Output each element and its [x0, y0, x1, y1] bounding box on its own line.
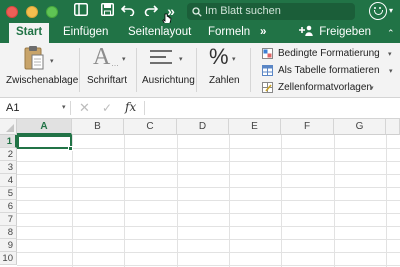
- grid-line: [17, 148, 400, 149]
- grid-line: [229, 135, 230, 267]
- formula-input[interactable]: [150, 100, 395, 116]
- align-icon: [150, 50, 172, 64]
- row-header[interactable]: 4: [0, 174, 17, 187]
- ribbon-collapse-icon[interactable]: ⌃: [387, 23, 395, 43]
- chevron-down-icon[interactable]: ▾: [50, 57, 54, 65]
- chevron-down-icon: ▾: [389, 68, 393, 75]
- number-group-label: Zahlen: [209, 75, 240, 86]
- row-header[interactable]: 3: [0, 161, 17, 174]
- column-header[interactable]: B: [72, 119, 124, 135]
- conditional-formatting-label: Bedingte Formatierung: [278, 48, 380, 59]
- column-header[interactable]: G: [334, 119, 386, 135]
- font-group-label: Schriftart: [87, 75, 128, 86]
- search-placeholder: Im Blatt suchen: [205, 5, 281, 17]
- column-header[interactable]: A: [17, 119, 72, 135]
- cell-styles-icon: [262, 82, 273, 93]
- search-icon: [192, 3, 202, 23]
- chevron-down-icon[interactable]: ▾: [62, 103, 66, 111]
- tab-seitenlayout[interactable]: Seitenlayout: [128, 23, 191, 43]
- title-bar: » Im Blatt suchen ▾: [0, 0, 400, 23]
- alignment-group-label: Ausrichtung: [142, 75, 195, 86]
- search-input[interactable]: Im Blatt suchen: [187, 3, 355, 20]
- grid-line: [17, 252, 400, 253]
- add-person-icon: [299, 25, 316, 38]
- font-icon: A: [93, 44, 111, 70]
- share-label: Freigeben: [319, 26, 371, 38]
- clipboard-group-label: Zwischenablage: [6, 75, 79, 86]
- row-header[interactable]: 9: [0, 239, 17, 252]
- ribbon-divider: [250, 48, 251, 92]
- format-table-icon: [262, 65, 273, 76]
- column-header[interactable]: E: [229, 119, 281, 135]
- chevron-down-icon: ▾: [388, 51, 392, 58]
- ribbon: ▾ Zwischenablage A … ▾ Schriftart ▾ Ausr…: [0, 43, 400, 98]
- tab-start[interactable]: Start: [9, 23, 50, 43]
- spreadsheet-grid[interactable]: A B C D E F G 1 2 3 4 5 6 7 8 9 10: [0, 119, 400, 267]
- clipboard-icon: [24, 46, 44, 70]
- chevron-down-icon[interactable]: ▾: [389, 6, 393, 15]
- grid-line: [386, 135, 387, 267]
- grid-line: [17, 187, 400, 188]
- redo-icon[interactable]: [143, 3, 159, 20]
- row-header[interactable]: 6: [0, 200, 17, 213]
- chevron-down-icon: ▾: [370, 85, 374, 92]
- clipboard-group[interactable]: ▾ Zwischenablage: [0, 43, 80, 98]
- name-box[interactable]: A1: [6, 100, 56, 116]
- alignment-group[interactable]: ▾ Ausrichtung: [137, 43, 195, 98]
- grid-line: [17, 200, 400, 201]
- tabs-overflow-button[interactable]: »: [260, 23, 266, 43]
- formula-divider: [144, 101, 145, 115]
- grid-line: [72, 135, 73, 267]
- font-dots-icon: …: [111, 59, 119, 68]
- grid-line: [17, 213, 400, 214]
- formula-divider: [70, 101, 71, 115]
- grid-line: [17, 161, 400, 162]
- cancel-icon[interactable]: ✕: [79, 101, 90, 115]
- column-header[interactable]: D: [177, 119, 229, 135]
- select-all-button[interactable]: [0, 119, 17, 135]
- grid-line: [17, 239, 400, 240]
- cell-styles-label: Zellenformatvorlagen: [278, 82, 372, 93]
- format-as-table-label: Als Tabelle formatieren: [278, 65, 380, 76]
- row-header[interactable]: 10: [0, 252, 17, 265]
- chevron-down-icon[interactable]: ▾: [122, 55, 126, 63]
- save-icon[interactable]: [99, 3, 115, 20]
- ribbon-tab-bar: Start Einfügen Seitenlayout Formeln » Fr…: [0, 23, 400, 43]
- font-group[interactable]: A … ▾ Schriftart: [80, 43, 136, 98]
- confirm-icon[interactable]: ✓: [102, 101, 112, 115]
- column-header[interactable]: [386, 119, 400, 135]
- row-header[interactable]: 1: [0, 135, 17, 148]
- grid-line: [281, 135, 282, 267]
- share-button[interactable]: Freigeben: [299, 23, 371, 43]
- row-header[interactable]: 5: [0, 187, 17, 200]
- conditional-format-icon: [262, 48, 273, 59]
- grid-line: [124, 135, 125, 267]
- chevron-down-icon[interactable]: ▾: [232, 55, 236, 63]
- tab-einfuegen[interactable]: Einfügen: [63, 23, 108, 43]
- grid-line: [334, 135, 335, 267]
- sidebar-icon[interactable]: [73, 3, 89, 20]
- grid-line: [17, 265, 400, 266]
- column-header[interactable]: F: [281, 119, 334, 135]
- close-window-button[interactable]: [6, 6, 18, 18]
- fill-handle[interactable]: [68, 146, 73, 151]
- column-header[interactable]: C: [124, 119, 177, 135]
- undo-icon[interactable]: [120, 3, 136, 20]
- row-header[interactable]: 8: [0, 226, 17, 239]
- grid-line: [17, 174, 400, 175]
- row-header[interactable]: 7: [0, 213, 17, 226]
- zoom-window-button[interactable]: [46, 6, 58, 18]
- formula-bar: A1 ▾ ✕ ✓ fx: [0, 98, 400, 119]
- grid-line: [17, 226, 400, 227]
- minimize-window-button[interactable]: [26, 6, 38, 18]
- row-header[interactable]: 2: [0, 148, 17, 161]
- grid-line: [177, 135, 178, 267]
- smiley-feedback-icon[interactable]: [369, 2, 387, 20]
- insert-function-icon[interactable]: fx: [125, 100, 136, 114]
- percent-icon: %: [209, 44, 229, 69]
- tab-formeln[interactable]: Formeln: [208, 23, 250, 43]
- selected-cell[interactable]: [17, 135, 72, 149]
- chevron-down-icon[interactable]: ▾: [179, 55, 183, 63]
- number-group[interactable]: % ▾ Zahlen: [197, 43, 247, 98]
